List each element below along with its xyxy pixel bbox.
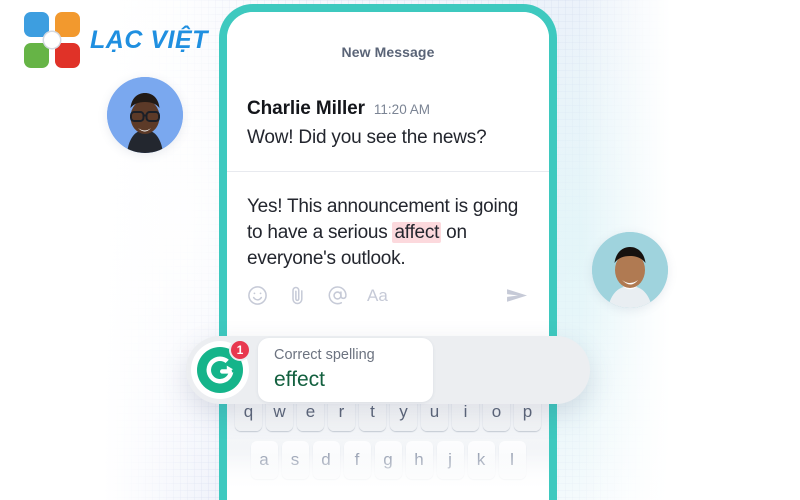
brand-logo-text: LẠC VIỆT: [90, 25, 208, 54]
compose-area[interactable]: Yes! This announcement is going to have …: [227, 172, 549, 306]
compose-text-before: Yes! This announcement is going to have …: [247, 196, 519, 243]
compose-input[interactable]: Yes! This announcement is going to have …: [247, 194, 529, 271]
grammarly-g-icon[interactable]: 1: [191, 339, 251, 399]
suggestion-box[interactable]: Correct spelling effect: [258, 338, 433, 402]
logo-tile-blue: [24, 12, 49, 37]
grammarly-suggestion-card[interactable]: 1 Correct spelling effect: [186, 336, 590, 404]
key-g[interactable]: g: [374, 441, 402, 479]
keyboard-row-2[interactable]: a s d f g h j k l: [227, 441, 549, 479]
message-timestamp: 11:20 AM: [373, 102, 430, 117]
background-fade-left: [103, 0, 223, 500]
key-h[interactable]: h: [405, 441, 433, 479]
received-message: Charlie Miller 11:20 AM Wow! Did you see…: [227, 60, 549, 171]
logo-tile-orange: [55, 12, 80, 37]
message-sender-name: Charlie Miller: [247, 98, 365, 119]
spelling-error-word[interactable]: affect: [392, 221, 442, 243]
message-header: Charlie Miller 11:20 AM: [247, 98, 529, 120]
avatar-person-with-glasses: [107, 77, 183, 153]
key-l[interactable]: l: [498, 441, 526, 479]
phone-mockup: New Message Charlie Miller 11:20 AM Wow!…: [219, 4, 557, 500]
message-text: Wow! Did you see the news?: [247, 127, 487, 148]
logo-center-circle: [44, 32, 60, 48]
logo-tile-green: [24, 43, 49, 68]
suggestion-word[interactable]: effect: [274, 367, 375, 392]
four-square-pinwheel-logo-icon: [24, 12, 80, 68]
text-format-button[interactable]: Aa: [367, 287, 388, 304]
key-k[interactable]: k: [467, 441, 495, 479]
smiley-icon[interactable]: [247, 285, 268, 306]
phone-screen: New Message Charlie Miller 11:20 AM Wow!…: [227, 12, 549, 500]
page-title: New Message: [341, 44, 435, 60]
key-d[interactable]: d: [312, 441, 340, 479]
suggestion-label: Correct spelling: [274, 347, 375, 364]
avatar-smiling-person: [592, 232, 668, 308]
logo-tile-red: [55, 43, 80, 68]
paperclip-icon[interactable]: [287, 285, 308, 306]
brand-logo: LẠC VIỆT: [24, 12, 208, 68]
key-a[interactable]: a: [250, 441, 278, 479]
at-mention-icon[interactable]: [327, 285, 348, 306]
key-f[interactable]: f: [343, 441, 371, 479]
send-arrow-icon[interactable]: [505, 285, 529, 306]
key-s[interactable]: s: [281, 441, 309, 479]
compose-toolbar: Aa: [247, 285, 529, 306]
key-j[interactable]: j: [436, 441, 464, 479]
notification-badge: 1: [229, 339, 251, 361]
